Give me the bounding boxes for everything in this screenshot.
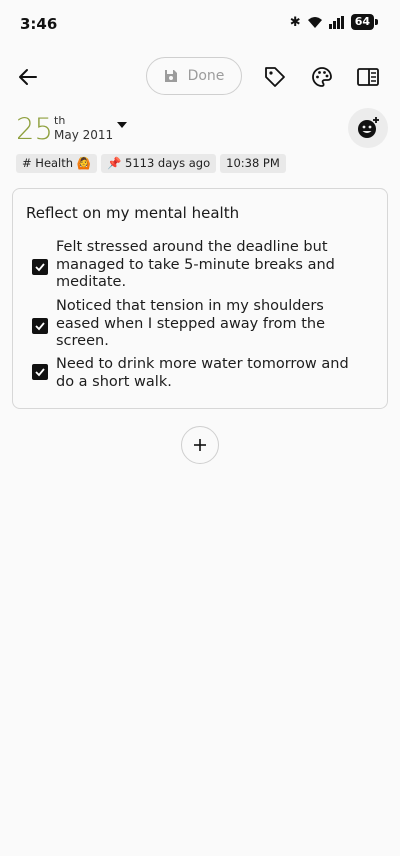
done-button[interactable]: Done — [146, 57, 242, 95]
plus-icon — [194, 439, 206, 451]
check-icon — [35, 322, 45, 331]
wifi-icon — [307, 16, 322, 28]
entry-chips: # Health 🙆 📌 5113 days ago 10:38 PM — [16, 154, 286, 173]
entry-day: 25 — [16, 112, 53, 146]
status-bar: 3:46 ✱ 64 — [0, 0, 400, 48]
checklist-item-text[interactable]: Need to drink more water tomorrow and do… — [56, 356, 356, 391]
entry-day-suffix: th — [54, 114, 66, 127]
status-time: 3:46 — [20, 15, 58, 33]
entry-month-year: May 2011 — [54, 128, 114, 142]
add-mood-button[interactable] — [348, 108, 388, 148]
checkbox-checked[interactable] — [32, 259, 48, 275]
status-icons: ✱ 64 — [289, 14, 379, 30]
add-block-button[interactable] — [181, 426, 219, 464]
done-label: Done — [187, 68, 225, 84]
toolbar: Done — [0, 54, 400, 100]
arrow-left-icon — [19, 69, 37, 85]
checkbox-checked[interactable] — [32, 364, 48, 380]
add-emoji-icon — [358, 117, 379, 138]
bluetooth-icon: ✱ — [289, 14, 301, 30]
checklist-card[interactable]: Reflect on my mental health Felt stresse… — [12, 188, 388, 409]
battery-icon: 64 — [350, 14, 379, 30]
caret-down-icon — [117, 122, 127, 128]
save-icon — [164, 70, 177, 82]
check-icon — [35, 368, 45, 377]
tag-button[interactable] — [255, 57, 295, 97]
checklist-item: Felt stressed around the deadline but ma… — [32, 239, 372, 293]
back-button[interactable] — [8, 57, 48, 97]
palette-button[interactable] — [302, 57, 342, 97]
tag-icon — [265, 67, 285, 87]
checklist-title[interactable]: Reflect on my mental health — [26, 204, 239, 222]
signal-icon — [328, 15, 344, 29]
tag-chip[interactable]: # Health 🙆 — [16, 154, 98, 173]
layout-button[interactable] — [348, 57, 388, 97]
check-icon — [35, 263, 45, 272]
checklist-item-text[interactable]: Noticed that tension in my shoulders eas… — [56, 298, 356, 351]
checklist-item: Noticed that tension in my shoulders eas… — [32, 298, 372, 352]
split-view-icon — [357, 68, 379, 86]
checklist-item-text[interactable]: Felt stressed around the deadline but ma… — [56, 239, 356, 292]
palette-icon — [312, 67, 332, 87]
checklist-item: Need to drink more water tomorrow and do… — [32, 356, 372, 392]
pinned-chip: 📌 5113 days ago — [101, 154, 217, 173]
checkbox-checked[interactable] — [32, 318, 48, 334]
time-chip[interactable]: 10:38 PM — [220, 154, 286, 173]
